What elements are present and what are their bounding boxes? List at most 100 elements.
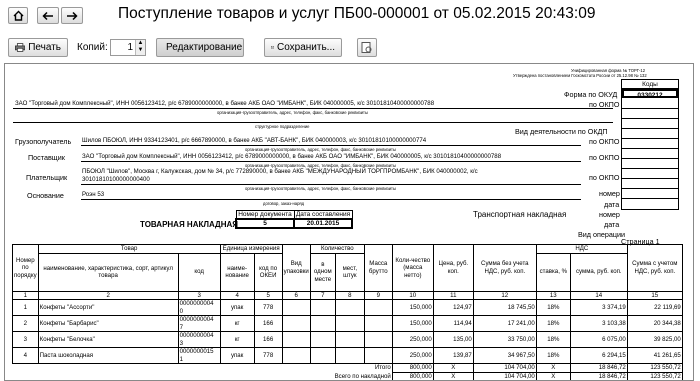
- basis-date-cell: [622, 169, 678, 179]
- basis-number-cell: [622, 159, 678, 169]
- grand-with-vat: 123 550,72: [626, 371, 683, 380]
- cell-rate: 18%: [535, 315, 571, 332]
- transport-date-cell: [622, 189, 678, 199]
- cell-empty: [334, 315, 365, 332]
- cell-total: 39 825,00: [626, 331, 683, 348]
- column-number: 5: [253, 290, 283, 300]
- save-icon: [271, 46, 274, 49]
- cell-total: 20 344,38: [626, 315, 683, 332]
- cell-name: Конфеты "Белочка": [37, 331, 179, 348]
- basis-label: Основание: [27, 191, 64, 200]
- cell-empty: [334, 331, 365, 348]
- cell-vat: 6 075,00: [569, 331, 628, 348]
- col-net-header: Коли-чество (масса нетто): [391, 244, 434, 292]
- edit-toggle-button[interactable]: Редактирование: [156, 38, 244, 57]
- payer-value-2: 30101810100000000400: [82, 176, 150, 183]
- cell-code: 0000000015 1: [177, 347, 221, 364]
- copies-stepper[interactable]: 1 ▲ ▼: [110, 39, 146, 56]
- cell-net: 250,000: [391, 331, 434, 348]
- doc-number-header: Номер документа: [235, 210, 295, 220]
- window-title: Поступление товаров и услуг ПБ00-000001 …: [118, 5, 596, 22]
- cell-sum: 33 750,00: [472, 331, 537, 348]
- codes-header: Коды: [622, 80, 678, 89]
- cell-net: 150,000: [391, 299, 434, 316]
- cell-code: 0000000004 3: [177, 331, 221, 348]
- cell-n: 3: [12, 331, 39, 348]
- col-unit-name-header: наиме-нование: [219, 252, 255, 292]
- doc-number: 5: [235, 218, 295, 229]
- table-body: 1 Конфеты "Ассорти" 0000000004 0 упак 778 150…: [12, 299, 683, 364]
- operation-label: Вид операции: [578, 230, 626, 239]
- col-sum-header: Сумма без учета НДС, руб. коп.: [472, 244, 537, 292]
- grand-price-x: X: [432, 371, 474, 380]
- table-header-row: Номер по порядку Товар Единица измерения…: [12, 244, 683, 292]
- cell-n: 4: [12, 347, 39, 364]
- column-number: 3: [177, 290, 221, 300]
- col-unit-okei-header: код по ОКЕИ: [253, 252, 283, 292]
- total-net: 800,000: [391, 363, 434, 373]
- col-unit-header: Единица измерения: [219, 244, 283, 254]
- copies-value: 1: [127, 42, 133, 53]
- cell-price: 114,94: [432, 315, 474, 332]
- home-icon: [13, 10, 23, 21]
- cell-total: 41 261,65: [626, 347, 683, 364]
- okud-value: 0330212: [622, 89, 678, 99]
- title-bar: Поступление товаров и услуг ПБ00-000001 …: [0, 0, 700, 33]
- cell-empty: [309, 315, 336, 332]
- transport-date-label: дата: [604, 220, 620, 229]
- column-number: 12: [472, 290, 537, 300]
- table-row: 2 Конфеты "Барбарис" 0000000004 7 кг 166 150,…: [12, 315, 683, 332]
- divider: [81, 184, 581, 185]
- grand-label: Всего по накладной: [12, 372, 393, 380]
- consignee-label: Грузополучатель: [15, 137, 72, 146]
- cell-okei: 778: [253, 347, 283, 364]
- total-sum: 104 704,00: [472, 363, 537, 373]
- print-button-label: Печать: [28, 42, 61, 53]
- cell-unit: кг: [219, 331, 255, 348]
- cell-net: 150,000: [391, 315, 434, 332]
- payer-label: Плательщик: [26, 173, 68, 182]
- cell-code: 0000000004 7: [177, 315, 221, 332]
- forward-button[interactable]: [61, 7, 83, 24]
- cell-okei: 166: [253, 331, 283, 348]
- transport-number-cell: [622, 179, 678, 189]
- cell-name: Конфеты "Ассорти": [37, 299, 179, 316]
- total-price-x: X: [432, 363, 474, 373]
- cell-sum: 34 967,50: [472, 347, 537, 364]
- grand-net: 800,000: [391, 371, 434, 380]
- cell-empty: [281, 315, 311, 332]
- column-number: 9: [363, 290, 393, 300]
- doc-date-header: Дата составления: [293, 210, 353, 220]
- cell-vat: 3 374,19: [569, 299, 628, 316]
- column-number: 7: [309, 290, 336, 300]
- payer-okpo-label: по ОКПО: [589, 173, 620, 182]
- consignee-okpo-cell: [622, 129, 678, 139]
- cell-price: 135,00: [432, 331, 474, 348]
- grand-total-row: Всего по накладной 800,000 X 104 704,00 …: [12, 371, 683, 380]
- cell-sum: 18 745,50: [472, 299, 537, 316]
- stepper-arrows-icon[interactable]: ▲ ▼: [135, 40, 145, 55]
- preview-button[interactable]: [357, 38, 377, 57]
- total-row: Итого 800,000 X 104 704,00 X 18 846,72 1…: [12, 363, 683, 373]
- col-pack-header: Вид упаковки: [281, 244, 311, 292]
- home-button[interactable]: [8, 7, 28, 24]
- save-button[interactable]: Сохранить...: [264, 38, 342, 57]
- total-label: Итого: [12, 363, 393, 372]
- cell-okei: 166: [253, 315, 283, 332]
- back-button[interactable]: [37, 7, 59, 24]
- table-row: 3 Конфеты "Белочка" 0000000004 3 кг 166 250,0…: [12, 331, 683, 348]
- col-goods-code-header: код: [177, 252, 221, 292]
- cell-rate: 18%: [535, 347, 571, 364]
- doc-number-table: Номер документа Дата составления 5 20.01.2…: [235, 210, 353, 229]
- col-gross-header: Масса брутто: [363, 244, 393, 292]
- okdp-code-cell: [622, 119, 678, 129]
- cell-name: Паста шоколадная: [37, 347, 179, 364]
- doc-date: 20.01.2015: [293, 218, 353, 229]
- grand-rate-x: X: [535, 371, 571, 380]
- edit-button-label: Редактирование: [166, 42, 243, 53]
- col-qty-places-header: мест, штук: [334, 252, 365, 292]
- okud-label: Форма по ОКУД: [564, 90, 618, 99]
- empty-code-cell: [622, 109, 678, 119]
- print-button[interactable]: Печать: [8, 38, 68, 57]
- cell-empty: [363, 299, 393, 316]
